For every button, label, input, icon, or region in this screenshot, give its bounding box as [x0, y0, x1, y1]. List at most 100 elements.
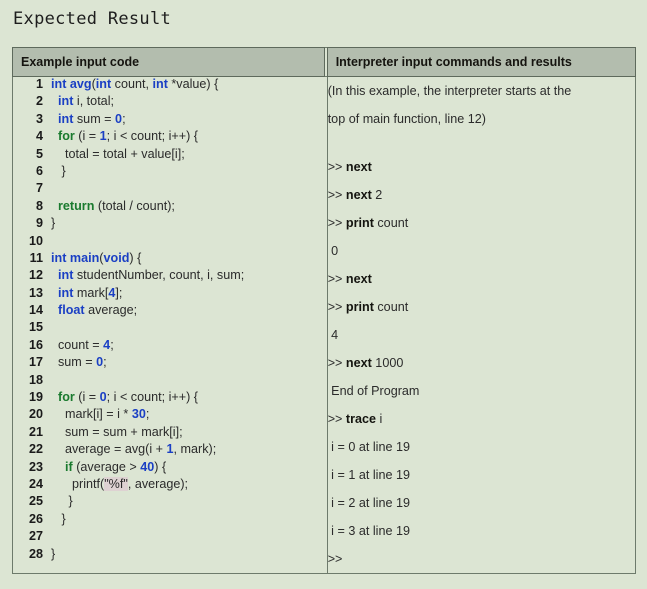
code-line-number: 2 — [35, 94, 43, 109]
code-line-text: int sum = 0; — [58, 111, 126, 126]
interpreter-line-prompt: >> next 1000 — [327, 356, 404, 370]
code-line: 20 mark[i] = i * 30; — [13, 407, 327, 424]
code-line-text: for (i = 1; i < count; i++) { — [58, 129, 199, 144]
code-line-number: 4 — [35, 129, 43, 144]
code-line-number: 8 — [35, 198, 43, 213]
code-line: 8 return (total / count); — [13, 199, 327, 216]
code-line-text: int studentNumber, count, i, sum; — [58, 268, 245, 283]
code-line-number: 26 — [28, 511, 43, 526]
code-line: 15 — [13, 320, 327, 337]
interpreter-line-prompt: >> next — [327, 272, 372, 286]
code-line-number: 17 — [28, 355, 43, 370]
code-line: 19 for (i = 0; i < count; i++) { — [13, 390, 327, 407]
code-line: 14 float average; — [13, 303, 327, 320]
code-line-text: } — [51, 546, 56, 561]
interpreter-line-output: i = 2 at line 19 — [327, 496, 410, 510]
code-line-number: 18 — [28, 372, 43, 387]
code-line-text: int i, total; — [58, 94, 114, 109]
interpreter-session-cell: (In this example, the interpreter starts… — [326, 76, 637, 574]
code-line-text: count = 4; — [51, 337, 114, 352]
code-line-number: 6 — [35, 163, 43, 178]
code-line: 25 } — [13, 494, 327, 511]
interpreter-line-output: i = 3 at line 19 — [327, 524, 410, 538]
code-listing-cell: 1 int avg(int count, int *value) { 2 int i… — [12, 76, 328, 574]
code-line-number: 3 — [35, 111, 43, 126]
code-line: 23 if (average > 40) { — [13, 460, 327, 477]
code-line: 16 count = 4; — [13, 338, 327, 355]
code-line-number: 27 — [28, 529, 43, 544]
code-line-text: sum = 0; — [51, 355, 107, 370]
code-line: 17 sum = 0; — [13, 355, 327, 372]
code-line: 9} — [13, 216, 327, 233]
code-line: 22 average = avg(i + 1, mark); — [13, 442, 327, 459]
code-line: 28} — [13, 547, 327, 564]
interpreter-line-prompt: >> print count — [327, 216, 409, 230]
code-line: 2 int i, total; — [13, 94, 327, 111]
code-line-text: int avg(int count, int *value) { — [51, 77, 219, 91]
interpreter-line-note: top of main function, line 12) — [327, 112, 486, 126]
code-line-text: } — [51, 163, 66, 178]
code-line: 27 — [13, 529, 327, 546]
table-header-row: Example input code Interpreter input com… — [12, 47, 637, 77]
code-line: 7 — [13, 181, 327, 198]
code-line-number: 19 — [28, 390, 43, 405]
code-line-text: int main(void) { — [51, 250, 142, 265]
code-line-text: float average; — [58, 303, 138, 318]
code-line: 3 int sum = 0; — [13, 112, 327, 129]
code-line-number: 23 — [28, 459, 43, 474]
code-listing: 1 int avg(int count, int *value) { 2 int i… — [13, 77, 327, 564]
code-line-number: 15 — [28, 320, 43, 335]
code-line-number: 5 — [35, 146, 43, 161]
code-line-number: 9 — [35, 216, 43, 231]
interpreter-line-output: 0 — [327, 244, 339, 258]
code-line: 10 — [13, 234, 327, 251]
interpreter-line-note: (In this example, the interpreter starts… — [327, 84, 572, 98]
code-line-number: 16 — [28, 337, 43, 352]
code-line-number: 22 — [28, 442, 43, 457]
code-line-number: 28 — [28, 546, 43, 561]
code-line: 4 for (i = 1; i < count; i++) { — [13, 129, 327, 146]
interpreter-line-output: End of Program — [327, 384, 420, 398]
code-line-number: 11 — [29, 250, 43, 265]
code-line-number: 21 — [28, 424, 43, 439]
code-line-text: printf("%f", average); — [51, 476, 189, 491]
interpreter-line-prompt: >> print count — [327, 300, 409, 314]
code-line-text: total = total + value[i]; — [51, 146, 185, 161]
code-line-text: return (total / count); — [58, 198, 175, 213]
code-line-number: 12 — [28, 268, 43, 283]
code-line-number: 1 — [35, 77, 43, 91]
code-line: 24 printf("%f", average); — [13, 476, 327, 494]
code-line-number: 7 — [35, 181, 43, 196]
code-line: 21 sum = sum + mark[i]; — [13, 425, 327, 442]
page-title: Expected Result — [13, 9, 172, 29]
code-line-number: 24 — [28, 476, 43, 491]
code-line: 11 int main(void) { — [13, 251, 327, 268]
code-line-number: 20 — [28, 407, 43, 422]
code-line-text: if (average > 40) { — [65, 459, 167, 474]
code-line-text: average = avg(i + 1, mark); — [51, 442, 217, 457]
code-line-number: 13 — [28, 285, 43, 300]
code-line-number: 25 — [28, 494, 43, 509]
interpreter-line-output: 4 — [327, 328, 339, 342]
interpreter-line-output: i = 1 at line 19 — [327, 468, 410, 482]
code-line: 13 int mark[4]; — [13, 286, 327, 303]
code-line-text: } — [51, 494, 73, 509]
interpreter-line-prompt: >> trace i — [327, 412, 383, 426]
column-header-example-input-code: Example input code — [12, 47, 325, 77]
table-body-row: 1 int avg(int count, int *value) { 2 int i… — [12, 76, 637, 574]
code-line: 5 total = total + value[i]; — [13, 147, 327, 164]
code-line-text: int mark[4]; — [58, 285, 123, 300]
code-line-text: for (i = 0; i < count; i++) { — [58, 390, 199, 405]
interpreter-line-prompt: >> next 2 — [327, 188, 383, 202]
interpreter-line-blank — [328, 133, 635, 153]
code-line-number: 14 — [28, 303, 43, 318]
interpreter-line-prompt: >> — [327, 552, 343, 566]
code-line: 6 } — [13, 164, 327, 181]
code-line-number: 10 — [28, 233, 43, 248]
code-line: 26 } — [13, 512, 327, 529]
code-line-text: } — [51, 216, 56, 231]
code-line: 12 int studentNumber, count, i, sum; — [13, 268, 327, 285]
interpreter-session: (In this example, the interpreter starts… — [328, 77, 635, 573]
code-line: 1 int avg(int count, int *value) { — [13, 77, 327, 94]
expected-result-table: Example input code Interpreter input com… — [12, 47, 637, 574]
